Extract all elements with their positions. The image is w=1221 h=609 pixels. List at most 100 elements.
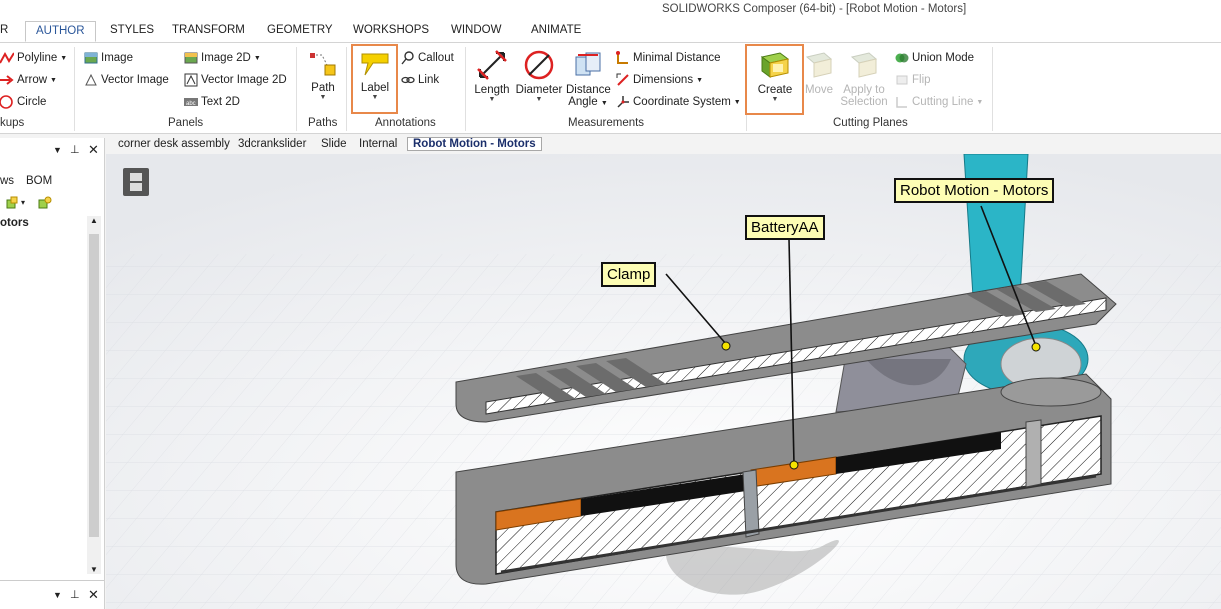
cutting-line-label: Cutting Line — [912, 96, 974, 108]
create-label: Create — [757, 84, 793, 96]
close-icon[interactable]: ✕ — [88, 587, 99, 603]
panel2-dropdown-icon[interactable]: ▼ — [53, 590, 62, 600]
vector-image-2d-label: Vector Image 2D — [201, 74, 287, 86]
circle-button[interactable]: Circle — [0, 95, 46, 109]
coordinate-system-button[interactable]: Coordinate System ▼ — [616, 95, 741, 109]
arrow-label: Arrow — [17, 74, 48, 86]
cutting-line-icon — [896, 97, 907, 108]
tab-bom[interactable]: BOM — [26, 175, 52, 187]
markups-group-label: kups — [0, 117, 25, 129]
length-caret-icon: ▼ — [488, 96, 496, 103]
assembly-icon[interactable] — [5, 196, 19, 210]
union-mode-button[interactable]: Union Mode — [895, 51, 974, 65]
close-icon[interactable]: ✕ — [88, 142, 99, 158]
image-2d-button[interactable]: Image 2D ▼ — [184, 51, 261, 65]
tree-root-item[interactable]: otors — [0, 217, 29, 229]
apply-to-selection-icon — [850, 52, 878, 78]
component-icon[interactable] — [36, 196, 52, 210]
scrollbar-thumb[interactable] — [89, 234, 99, 537]
move-label: Move — [804, 84, 834, 96]
create-cutting-plane-button[interactable]: Create ▼ — [752, 49, 798, 104]
doc-tab-3dcrankslider[interactable]: 3dcrankslider — [238, 138, 306, 150]
battery-callout[interactable]: BatteryAA — [745, 215, 825, 240]
path-label: Path — [311, 82, 335, 94]
cutting-line-button[interactable]: Cutting Line ▼ — [895, 95, 983, 109]
flip-button[interactable]: Flip — [895, 73, 931, 87]
angle-label: Angle ▼ — [568, 96, 608, 108]
scroll-up-icon[interactable]: ▲ — [87, 216, 101, 225]
doc-tab-slide[interactable]: Slide — [321, 138, 347, 150]
image-2d-icon — [184, 52, 198, 64]
panels-group-label: Panels — [168, 117, 204, 129]
diameter-button[interactable]: Diameter ▼ — [514, 49, 564, 104]
coordinate-system-icon — [617, 96, 629, 108]
window-title: SOLIDWORKS Composer (64-bit) - [Robot Mo… — [662, 3, 967, 15]
path-button[interactable]: Path ▼ — [307, 49, 339, 102]
robot-motion-callout[interactable]: Robot Motion - Motors — [894, 178, 1055, 203]
length-button[interactable]: Length ▼ — [472, 49, 512, 104]
label-caret-icon: ▼ — [371, 94, 379, 101]
doc-tab-corner-desk[interactable]: corner desk assembly — [118, 138, 230, 150]
minimal-distance-button[interactable]: Minimal Distance — [616, 51, 721, 65]
tab-transform[interactable]: TRANSFORM — [172, 24, 245, 36]
annotations-group-label: Annotations — [375, 117, 436, 129]
tab-styles[interactable]: STYLES — [110, 24, 154, 36]
vector-image-icon — [85, 73, 97, 86]
tab-workshops[interactable]: WORKSHOPS — [353, 24, 429, 36]
vector-image-button[interactable]: Vector Image — [84, 73, 169, 87]
link-button[interactable]: Link — [401, 73, 439, 87]
union-mode-icon — [895, 53, 909, 63]
dimensions-button[interactable]: Dimensions ▼ — [616, 73, 703, 87]
filmstrip-icon[interactable] — [123, 168, 149, 196]
separator — [465, 47, 466, 131]
tab-geometry[interactable]: GEOMETRY — [267, 24, 333, 36]
move-button[interactable]: Move — [802, 49, 836, 96]
scroll-down-icon[interactable]: ▼ — [87, 565, 101, 574]
image-button[interactable]: Image — [84, 51, 133, 65]
distance-angle-button[interactable]: Distance Angle ▼ — [566, 49, 611, 110]
label-icon — [361, 53, 389, 76]
dimensions-label: Dimensions — [633, 74, 694, 86]
text-2d-icon: abc — [184, 98, 198, 107]
tab-window[interactable]: WINDOW — [451, 24, 501, 36]
text-2d-label: Text 2D — [201, 96, 240, 108]
scrollbar[interactable]: ▲ ▼ — [87, 216, 101, 574]
tab-r[interactable]: R — [0, 24, 8, 36]
panel-dropdown-icon[interactable]: ▼ — [53, 145, 62, 155]
image-icon — [84, 52, 98, 64]
label-label: Label — [360, 82, 390, 94]
polyline-button[interactable]: Polyline ▼ — [0, 51, 67, 65]
clamp-callout[interactable]: Clamp — [601, 262, 657, 287]
move-icon — [805, 52, 833, 78]
length-icon — [477, 50, 507, 80]
apply-to-selection-button[interactable]: Apply to Selection — [838, 49, 890, 108]
arrow-button[interactable]: Arrow ▼ — [0, 73, 57, 87]
robot-anchor — [1031, 342, 1041, 352]
doc-tab-internal[interactable]: Internal — [359, 138, 397, 150]
callout-button[interactable]: Callout — [401, 51, 454, 65]
vector-image-2d-button[interactable]: Vector Image 2D — [184, 73, 287, 87]
paths-group-label: Paths — [308, 117, 338, 129]
diameter-label: Diameter — [515, 84, 563, 96]
apply-to-label: Apply to — [843, 84, 885, 96]
diameter-icon — [524, 50, 554, 80]
left-panel: ▼ ⊥ ✕ ws BOM ▾ otors ▲ ▼ ▼ ⊥ ✕ — [0, 138, 105, 609]
text-2d-button[interactable]: abc Text 2D — [184, 95, 240, 109]
tab-views[interactable]: ws — [0, 175, 14, 187]
chevron-down-icon[interactable]: ▾ — [21, 198, 25, 207]
coordinate-system-label: Coordinate System — [633, 96, 731, 108]
vector-image-label: Vector Image — [101, 74, 169, 86]
3d-viewport[interactable]: Clamp BatteryAA Robot Motion - Motors — [106, 154, 1221, 609]
tab-author[interactable]: AUTHOR — [25, 21, 96, 42]
distance-angle-icon — [575, 52, 601, 76]
doc-tab-robot-motion[interactable]: Robot Motion - Motors — [407, 137, 542, 151]
label-button[interactable]: Label ▼ — [356, 49, 394, 102]
flip-icon — [896, 75, 908, 85]
angle-label-text: Angle — [568, 96, 598, 108]
polyline-icon — [0, 51, 14, 64]
svg-text:abc: abc — [186, 101, 196, 107]
pin-icon[interactable]: ⊥ — [70, 588, 80, 601]
pin-icon[interactable]: ⊥ — [70, 143, 80, 156]
link-label: Link — [418, 74, 440, 86]
tab-animate[interactable]: ANIMATE — [531, 24, 581, 36]
